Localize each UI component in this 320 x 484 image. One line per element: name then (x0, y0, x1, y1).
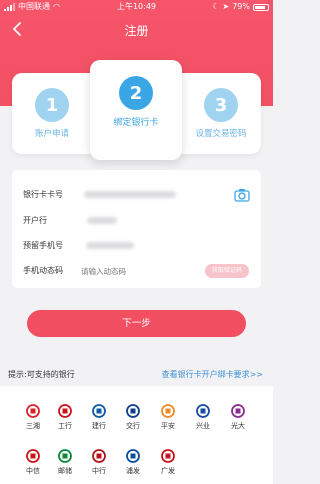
bank-item: 三湘 (16, 404, 50, 431)
phone-row[interactable]: 预留手机号 (12, 234, 261, 258)
bank-item: 中行 (82, 449, 116, 476)
ccb-icon (92, 404, 106, 418)
bank-item: 交行 (116, 404, 150, 431)
bank-item: 邮储 (48, 449, 82, 476)
sanxiang-bank-icon (26, 404, 40, 418)
bank-name: 交行 (126, 422, 140, 430)
code-row[interactable]: 手机动态码 获取验证码 (12, 259, 261, 283)
bank-name: 工行 (58, 422, 72, 430)
next-step-button[interactable]: 下一步 (27, 310, 246, 337)
supported-banks: 提示:可支持的银行 查看银行卡开户绑卡要求>> 三湘 工行 建行 交行 平安 兴业 光大中信… (0, 364, 273, 484)
code-input[interactable] (81, 259, 171, 283)
bank-name: 建行 (92, 422, 106, 430)
step-label: 设置交易密码 (195, 129, 247, 139)
cib-icon (196, 404, 210, 418)
step-set-password: 3 设置交易密码 (175, 88, 267, 139)
pingan-icon (161, 404, 175, 418)
ceb-icon (231, 404, 245, 418)
battery-icon (253, 3, 269, 11)
phone-value (86, 242, 134, 249)
status-bar: 中国联通 ◠ 上午10:49 ☾ ➤ 79% (0, 0, 273, 14)
bank-item: 中信 (16, 449, 50, 476)
icbc-icon (58, 404, 72, 418)
bank-name: 邮储 (58, 467, 72, 475)
step-number: 3 (204, 88, 238, 122)
location-icon: ➤ (222, 2, 230, 11)
step-number: 1 (35, 88, 69, 122)
card-number-row[interactable]: 银行卡卡号 (12, 183, 261, 207)
bank-item: 浦发 (116, 449, 150, 476)
bocom-icon (126, 404, 140, 418)
bank-item: 建行 (82, 404, 116, 431)
bank-name: 三湘 (26, 422, 40, 430)
boc-icon (92, 449, 106, 463)
cgb-icon (161, 449, 175, 463)
bank-name: 平安 (161, 422, 175, 430)
bank-item: 光大 (221, 404, 255, 431)
phone-label: 预留手机号 (23, 241, 63, 250)
bank-item: 兴业 (186, 404, 220, 431)
psbc-icon (58, 449, 72, 463)
bank-name: 兴业 (196, 422, 210, 430)
step-label: 账户申请 (34, 129, 69, 139)
banks-tip: 提示:可支持的银行 (8, 370, 75, 379)
step-account-apply: 1 账户申请 (6, 88, 98, 139)
get-code-button[interactable]: 获取验证码 (205, 264, 249, 278)
camera-icon[interactable] (233, 186, 251, 204)
bank-item: 平安 (151, 404, 185, 431)
bank-item: 广发 (151, 449, 185, 476)
spdb-icon (126, 449, 140, 463)
bank-row[interactable]: 开户行 (12, 209, 261, 233)
battery-percent: 79% (232, 2, 250, 11)
code-label: 手机动态码 (23, 266, 63, 275)
bank-item: 工行 (48, 404, 82, 431)
bank-card-form: 银行卡卡号 开户行 预留手机号 手机动态码 获取验证码 (12, 170, 261, 288)
banks-tip-row: 提示:可支持的银行 查看银行卡开户绑卡要求>> (0, 364, 273, 386)
citic-icon (26, 449, 40, 463)
card-number-label: 银行卡卡号 (23, 190, 63, 199)
page-title: 注册 (124, 24, 149, 38)
bank-name: 中信 (26, 467, 40, 475)
bank-name: 中行 (92, 467, 106, 475)
bank-name: 浦发 (126, 467, 140, 475)
card-number-value (84, 191, 176, 198)
bank-value (87, 217, 117, 224)
bank-requirements-link[interactable]: 查看银行卡开户绑卡要求>> (162, 364, 263, 386)
step-bind-card: 2 绑定银行卡 (90, 76, 182, 128)
moon-icon: ☾ (212, 2, 220, 11)
bank-label: 开户行 (23, 216, 47, 225)
bank-name: 光大 (231, 422, 245, 430)
status-right: ☾ ➤ 79% (212, 0, 269, 14)
bank-name: 广发 (161, 467, 175, 475)
step-label: 绑定银行卡 (113, 118, 159, 128)
step-number: 2 (119, 76, 153, 110)
